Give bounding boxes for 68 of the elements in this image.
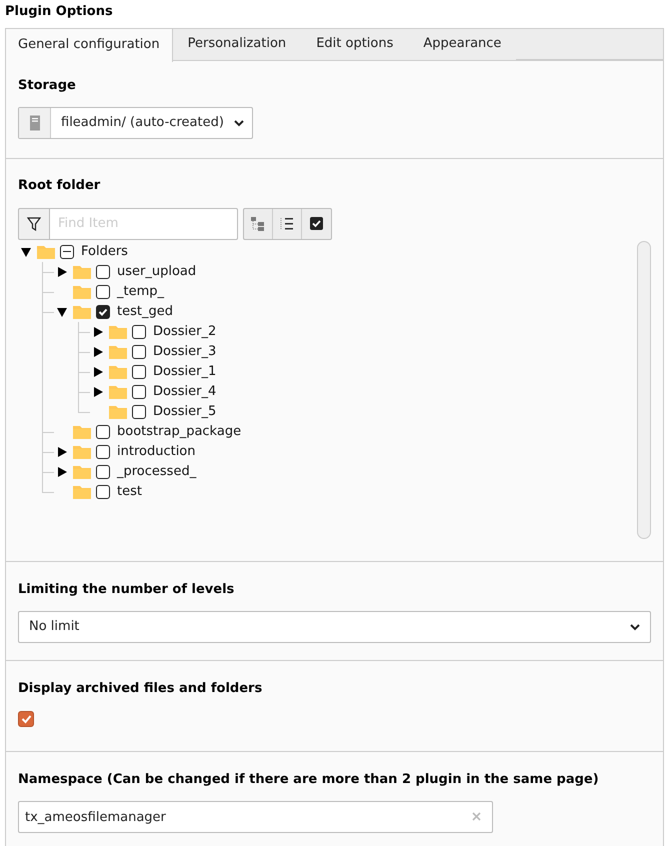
checkbox[interactable] xyxy=(132,364,146,378)
folder-label[interactable]: test_ged xyxy=(117,302,173,322)
folder-icon xyxy=(73,304,91,318)
list-icon xyxy=(280,216,294,230)
folder-label[interactable]: Dossier_2 xyxy=(153,322,216,342)
folder-label[interactable]: Dossier_4 xyxy=(153,382,216,402)
folder-label[interactable]: Dossier_5 xyxy=(153,402,216,422)
checkbox[interactable] xyxy=(96,304,110,318)
section-label: Storage xyxy=(18,76,77,94)
folder-label[interactable]: user_upload xyxy=(117,262,196,282)
caret-right-icon[interactable] xyxy=(57,266,67,276)
folder-label[interactable]: _temp_ xyxy=(117,282,164,302)
folder-label[interactable]: test xyxy=(117,482,142,502)
checkmark-icon xyxy=(20,714,32,724)
caret-right-icon[interactable] xyxy=(93,326,103,336)
caret-down-icon[interactable] xyxy=(57,306,67,316)
checkbox[interactable] xyxy=(96,444,110,458)
section-label: Limiting the number of levels xyxy=(18,580,236,598)
caret-right-icon[interactable] xyxy=(93,366,103,376)
caret-right-icon[interactable] xyxy=(57,446,67,456)
folder-icon xyxy=(73,424,91,438)
checkbox[interactable] xyxy=(96,484,110,498)
folder-label[interactable]: Dossier_3 xyxy=(153,342,216,362)
checkbox[interactable] xyxy=(132,324,146,338)
folder-icon xyxy=(73,284,91,298)
folder-label[interactable]: Folders xyxy=(81,242,128,262)
namespace-field[interactable]: tx_ameosfilemanager xyxy=(18,801,493,833)
caret-right-icon[interactable] xyxy=(93,386,103,396)
page-title: Plugin Options xyxy=(5,3,114,21)
tab[interactable]: General configuration xyxy=(6,28,173,62)
folder-icon xyxy=(73,464,91,478)
checkbox[interactable] xyxy=(96,264,110,278)
folder-icon xyxy=(109,364,127,378)
caret-down-icon[interactable] xyxy=(21,246,31,256)
checkbox[interactable] xyxy=(132,344,146,358)
folder-label[interactable]: _processed_ xyxy=(117,462,196,482)
checkbox-icon xyxy=(310,217,323,230)
folder-tree-icon xyxy=(251,216,265,230)
levels-select[interactable]: No limit xyxy=(18,611,651,643)
folder-icon xyxy=(73,264,91,278)
section-label: Namespace (Can be changed if there are more than 2 plugin in the same page) xyxy=(18,770,600,788)
file-icon xyxy=(28,115,40,131)
caret-right-icon[interactable] xyxy=(57,466,67,476)
filter-icon xyxy=(27,216,41,230)
storage-select[interactable]: fileadmin/ (auto-created) xyxy=(18,107,253,139)
section-label: Display archived files and folders xyxy=(18,680,264,698)
checkbox[interactable] xyxy=(132,404,146,418)
folder-icon xyxy=(109,344,127,358)
checkbox[interactable] xyxy=(96,464,110,478)
folder-icon xyxy=(109,384,127,398)
archived-checkbox[interactable] xyxy=(18,710,34,726)
caret-right-icon[interactable] xyxy=(93,346,103,356)
folder-icon xyxy=(37,244,55,258)
section-label: Root folder xyxy=(18,177,102,195)
chevron-down-icon xyxy=(630,623,640,631)
folder-label[interactable]: introduction xyxy=(117,442,196,462)
chevron-down-icon xyxy=(234,119,244,127)
folder-icon xyxy=(109,324,127,338)
folder-icon xyxy=(109,404,127,418)
folder-icon xyxy=(73,484,91,498)
checkbox[interactable] xyxy=(60,244,74,258)
scrollbar[interactable] xyxy=(637,240,651,538)
checkbox[interactable] xyxy=(96,284,110,298)
folder-label[interactable]: bootstrap_package xyxy=(117,422,242,442)
checkbox[interactable] xyxy=(96,424,110,438)
checkbox[interactable] xyxy=(132,384,146,398)
folder-label[interactable]: Dossier_1 xyxy=(153,362,216,382)
folder-icon xyxy=(73,444,91,458)
